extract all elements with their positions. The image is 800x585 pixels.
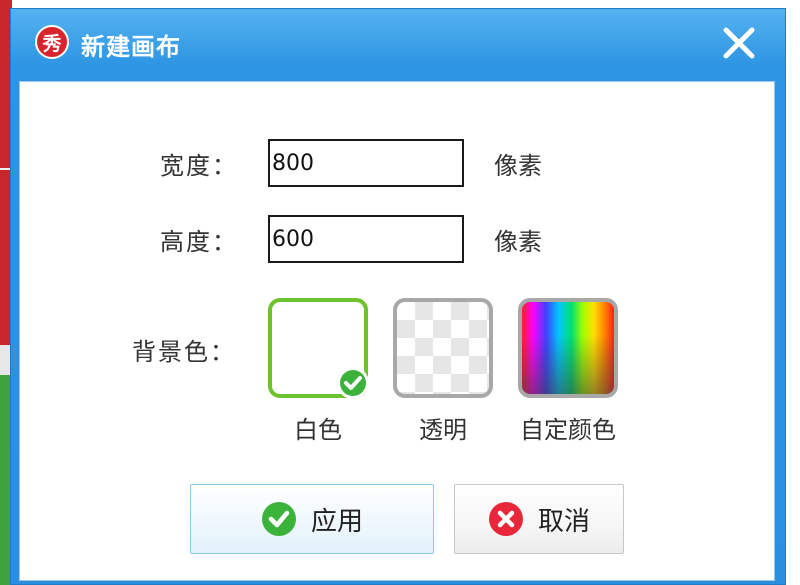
cancel-button-label: 取消 [537, 506, 590, 537]
close-button[interactable] [719, 23, 759, 63]
custom-option-label: 自定颜色 [520, 416, 616, 444]
apply-button-label: 应用 [310, 506, 363, 537]
check-badge-icon [337, 367, 369, 399]
app-logo-icon: 秀 [35, 25, 69, 59]
apply-button[interactable]: 应用 [190, 484, 434, 554]
width-unit: 像素 [494, 152, 542, 180]
width-label: 宽度： [160, 152, 238, 180]
white-background-option[interactable] [268, 298, 369, 399]
white-option-label: 白色 [294, 416, 342, 444]
new-canvas-dialog: 秀 新建画布 宽度： 像素 高度： 像素 背景色： 白色 [10, 8, 786, 585]
width-input[interactable] [268, 139, 464, 187]
close-icon [723, 27, 755, 59]
x-circle-icon [488, 502, 523, 536]
transparent-background-option[interactable] [393, 298, 493, 398]
height-input[interactable] [268, 215, 464, 263]
app-logo-text: 秀 [42, 32, 62, 55]
dialog-content: 宽度： 像素 高度： 像素 背景色： 白色 透明 自定颜色 应用 [19, 81, 775, 581]
dialog-titlebar[interactable]: 秀 新建画布 [11, 9, 785, 79]
check-circle-icon [261, 502, 296, 536]
background-color-label: 背景色： [132, 338, 236, 366]
custom-color-option[interactable] [518, 298, 618, 398]
dialog-title: 新建画布 [81, 33, 181, 61]
transparent-option-label: 透明 [419, 416, 467, 444]
height-unit: 像素 [494, 228, 542, 256]
cancel-button[interactable]: 取消 [454, 484, 624, 554]
height-label: 高度： [160, 228, 238, 256]
